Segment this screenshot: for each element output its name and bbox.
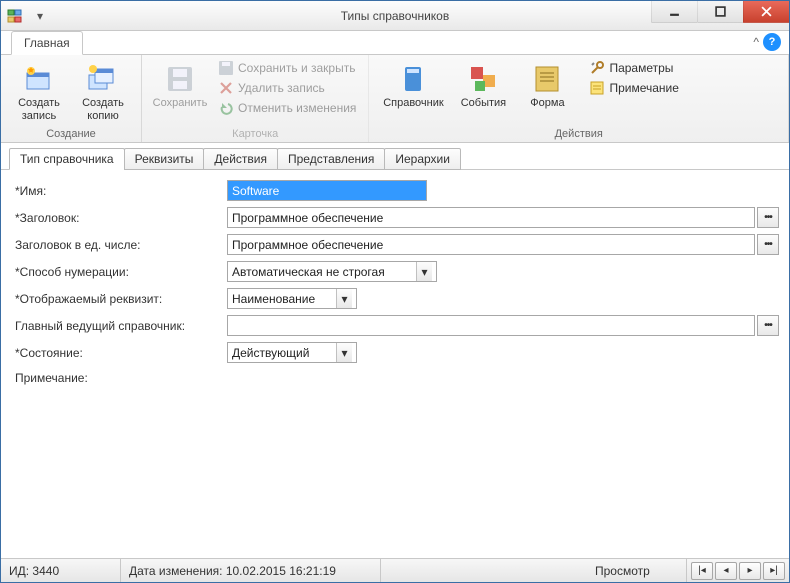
parameters-label: Параметры — [609, 61, 673, 75]
create-copy-label: Создать копию — [82, 97, 124, 122]
save-icon — [164, 63, 196, 95]
minimize-button[interactable] — [651, 1, 697, 23]
form-icon — [531, 63, 563, 95]
name-label: *Имя: — [11, 184, 221, 198]
help-button[interactable]: ? — [763, 33, 781, 51]
ribbon: Создать запись Создать копию Создание Со… — [1, 55, 789, 143]
title-bar: ▾ Типы справочников — [1, 1, 789, 31]
tab-hierarchy[interactable]: Иерархии — [384, 148, 461, 170]
name-input[interactable] — [227, 180, 427, 201]
state-combo[interactable]: Действующий ▾ — [227, 342, 357, 363]
tools-icon — [589, 60, 605, 76]
tab-props[interactable]: Реквизиты — [124, 148, 205, 170]
maximize-button[interactable] — [697, 1, 743, 23]
tab-actions[interactable]: Действия — [203, 148, 278, 170]
title-ellipsis-button[interactable]: ••• — [757, 207, 779, 228]
status-bar: ИД: 3440 Дата изменения: 10.02.2015 16:2… — [1, 558, 789, 582]
title-singular-label: Заголовок в ед. числе: — [11, 238, 221, 252]
displayed-combo[interactable]: Наименование ▾ — [227, 288, 357, 309]
ribbon-group-actions-caption: Действия — [377, 126, 780, 140]
ribbon-group-create-caption: Создание — [9, 126, 133, 140]
nav-last-button[interactable]: ▸| — [763, 562, 785, 580]
leading-input[interactable] — [227, 315, 755, 336]
leading-label: Главный ведущий справочник: — [11, 319, 221, 333]
delete-button: Удалить запись — [214, 79, 360, 97]
displayed-label: *Отображаемый реквизит: — [11, 292, 221, 306]
directory-button[interactable]: Справочник — [377, 59, 449, 126]
ribbon-group-create: Создать запись Создать копию Создание — [1, 55, 142, 142]
app-icon — [7, 8, 23, 24]
numbering-combo[interactable]: Автоматическая не строгая ▾ — [227, 261, 437, 282]
delete-label: Удалить запись — [238, 81, 325, 95]
ribbon-tab-row: Главная ^ ? — [1, 31, 789, 55]
dropdown-arrow-icon: ▾ — [416, 262, 432, 281]
title-singular-input[interactable] — [227, 234, 755, 255]
directory-label: Справочник — [383, 97, 444, 110]
status-mode: Просмотр — [587, 559, 687, 582]
ribbon-group-card: Сохранить Сохранить и закрыть Удалить за… — [142, 55, 369, 142]
note-icon — [589, 80, 605, 96]
events-button[interactable]: События — [453, 59, 513, 126]
title-input[interactable] — [227, 207, 755, 228]
new-copy-icon — [87, 63, 119, 95]
note-button[interactable]: Примечание — [585, 79, 682, 97]
events-label: События — [461, 97, 506, 110]
save-label: Сохранить — [153, 97, 208, 110]
status-modified: Дата изменения: 10.02.2015 16:21:19 — [121, 559, 381, 582]
book-icon — [397, 63, 429, 95]
undo-button: Отменить изменения — [214, 99, 360, 117]
tab-views[interactable]: Представления — [277, 148, 385, 170]
title-singular-ellipsis-button[interactable]: ••• — [757, 234, 779, 255]
ribbon-collapse-icon[interactable]: ^ — [753, 35, 759, 49]
form-panel: *Имя: *Заголовок: ••• Заголовок в ед. чи… — [1, 170, 789, 391]
new-record-icon — [23, 63, 55, 95]
nav-next-button[interactable]: ▸ — [739, 562, 761, 580]
dropdown-arrow-icon: ▾ — [336, 289, 352, 308]
events-icon — [467, 63, 499, 95]
form-label: Форма — [530, 97, 564, 110]
displayed-value: Наименование — [232, 292, 315, 306]
state-label: *Состояние: — [11, 346, 221, 360]
parameters-button[interactable]: Параметры — [585, 59, 682, 77]
create-record-label: Создать запись — [18, 97, 60, 122]
state-value: Действующий — [232, 346, 309, 360]
dropdown-arrow-icon: ▾ — [336, 343, 352, 362]
undo-label: Отменить изменения — [238, 101, 356, 115]
qat-dropdown-icon[interactable]: ▾ — [33, 9, 47, 23]
status-id: ИД: 3440 — [1, 559, 121, 582]
form-button[interactable]: Форма — [517, 59, 577, 126]
undo-icon — [218, 100, 234, 116]
delete-icon — [218, 80, 234, 96]
tab-type[interactable]: Тип справочника — [9, 148, 125, 170]
title-label: *Заголовок: — [11, 211, 221, 225]
create-record-button[interactable]: Создать запись — [9, 59, 69, 126]
nav-prev-button[interactable]: ◂ — [715, 562, 737, 580]
remark-label: Примечание: — [11, 369, 221, 385]
ribbon-group-actions: Справочник События Форма Параметры Приме… — [369, 55, 789, 142]
save-button: Сохранить — [150, 59, 210, 126]
create-copy-button[interactable]: Создать копию — [73, 59, 133, 126]
numbering-value: Автоматическая не строгая — [232, 265, 385, 279]
ribbon-tab-main[interactable]: Главная — [11, 31, 83, 55]
nav-first-button[interactable]: |◂ — [691, 562, 713, 580]
leading-ellipsis-button[interactable]: ••• — [757, 315, 779, 336]
sub-tab-row: Тип справочника Реквизиты Действия Предс… — [1, 143, 789, 170]
numbering-label: *Способ нумерации: — [11, 265, 221, 279]
save-close-button: Сохранить и закрыть — [214, 59, 360, 77]
ribbon-group-card-caption: Карточка — [150, 126, 360, 140]
save-close-label: Сохранить и закрыть — [238, 61, 355, 75]
note-label: Примечание — [609, 81, 678, 95]
save-close-icon — [218, 60, 234, 76]
record-nav: |◂ ◂ ▸ ▸| — [687, 562, 789, 580]
close-button[interactable] — [743, 1, 789, 23]
